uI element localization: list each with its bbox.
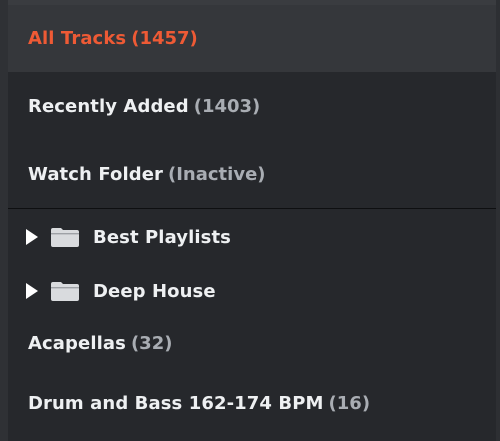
folder-icon (51, 282, 79, 301)
recently-added-count: (1403) (193, 95, 261, 117)
library-sidebar: All Tracks (1457) Recently Added (1403) … (8, 5, 496, 441)
sidebar-playlist-drum-and-bass[interactable]: Drum and Bass 162-174 BPM (16) (8, 376, 496, 430)
acapellas-count: (32) (130, 332, 173, 354)
acapellas-label: Acapellas (28, 332, 126, 354)
expand-triangle-icon[interactable] (26, 283, 38, 299)
recently-added-label: Recently Added (28, 95, 189, 117)
sidebar-item-watch-folder[interactable]: Watch Folder (Inactive) (8, 140, 496, 208)
all-tracks-count: (1457) (131, 28, 198, 49)
section-divider (8, 208, 496, 209)
deep-house-label: Deep House (93, 280, 216, 302)
sidebar-scroll-gutter (496, 0, 500, 441)
sidebar-playlist-acapellas[interactable]: Acapellas (32) (8, 318, 496, 368)
drum-and-bass-label: Drum and Bass 162-174 BPM (28, 392, 324, 414)
drum-and-bass-count: (16) (328, 392, 371, 414)
watch-folder-status: (Inactive) (168, 163, 266, 185)
expand-triangle-icon[interactable] (26, 229, 38, 245)
folder-icon (51, 228, 79, 247)
sidebar-folder-deep-house[interactable]: Deep House (8, 264, 496, 318)
watch-folder-label: Watch Folder (28, 163, 163, 185)
sidebar-item-recently-added[interactable]: Recently Added (1403) (8, 72, 496, 140)
sidebar-folder-best-playlists[interactable]: Best Playlists (8, 210, 496, 264)
best-playlists-label: Best Playlists (93, 226, 231, 248)
sidebar-item-all-tracks[interactable]: All Tracks (1457) (8, 5, 496, 72)
sidebar-left-gutter (0, 0, 8, 441)
all-tracks-label: All Tracks (28, 28, 127, 49)
